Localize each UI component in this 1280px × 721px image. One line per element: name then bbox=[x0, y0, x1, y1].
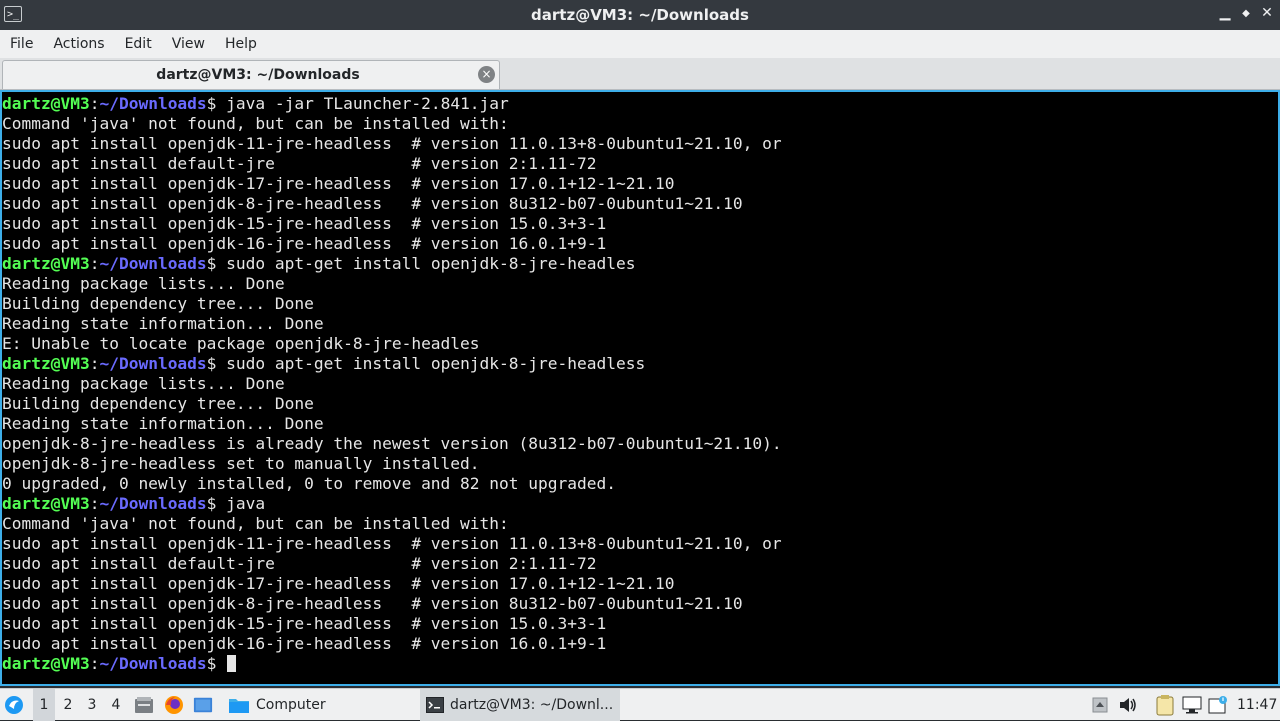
window-titlebar[interactable]: >_ dartz@VM3: ~/Downloads ▁ ◆ ✕ bbox=[0, 0, 1280, 30]
prompt-separator: : bbox=[89, 654, 100, 673]
prompt-path: ~/Downloads bbox=[99, 654, 207, 673]
prompt-line: dartz@VM3:~/Downloads$ sudo apt-get inst… bbox=[2, 254, 782, 274]
output-line: sudo apt install openjdk-16-jre-headless… bbox=[2, 234, 607, 253]
prompt-line: dartz@VM3:~/Downloads$ java -jar TLaunch… bbox=[2, 94, 782, 114]
prompt-line: dartz@VM3:~/Downloads$ sudo apt-get inst… bbox=[2, 354, 782, 374]
prompt-user: dartz@VM3 bbox=[2, 654, 90, 673]
tab-bar: dartz@VM3: ~/Downloads × bbox=[0, 58, 1280, 90]
output-line: Reading package lists... Done bbox=[2, 374, 285, 393]
prompt-dollar: $ bbox=[206, 254, 217, 273]
output-line: sudo apt install openjdk-15-jre-headless… bbox=[2, 214, 607, 233]
output-line: Reading state information... Done bbox=[2, 414, 324, 433]
output-line: Command 'java' not found, but can be ins… bbox=[2, 514, 509, 533]
prompt-line: dartz@VM3:~/Downloads$ java bbox=[2, 494, 782, 514]
terminal-tab[interactable]: dartz@VM3: ~/Downloads × bbox=[2, 60, 500, 89]
output-line: sudo apt install openjdk-15-jre-headless… bbox=[2, 614, 607, 633]
output-line: E: Unable to locate package openjdk-8-jr… bbox=[2, 334, 480, 353]
file-manager-icon[interactable] bbox=[134, 695, 154, 715]
firefox-icon[interactable] bbox=[164, 695, 184, 715]
prompt-user: dartz@VM3 bbox=[2, 354, 90, 373]
prompt-dollar: $ bbox=[206, 354, 217, 373]
prompt-separator: : bbox=[89, 354, 100, 373]
menu-actions[interactable]: Actions bbox=[43, 30, 114, 58]
prompt-user: dartz@VM3 bbox=[2, 494, 90, 513]
command-text: sudo apt-get install openjdk-8-jre-headl… bbox=[216, 354, 646, 373]
output-line: sudo apt install openjdk-16-jre-headless… bbox=[2, 634, 607, 653]
task-computer[interactable]: Computer bbox=[222, 689, 412, 721]
text-cursor bbox=[227, 655, 237, 672]
prompt-separator: : bbox=[89, 254, 100, 273]
output-line: sudo apt install openjdk-8-jre-headless … bbox=[2, 594, 743, 613]
prompt-path: ~/Downloads bbox=[99, 354, 207, 373]
output-line: sudo apt install openjdk-8-jre-headless … bbox=[2, 194, 743, 213]
task-terminal[interactable]: dartz@VM3: ~/Downl... bbox=[420, 689, 620, 721]
prompt-path: ~/Downloads bbox=[99, 494, 207, 513]
output-line: Reading state information... Done bbox=[2, 314, 324, 333]
output-line: sudo apt install openjdk-11-jre-headless… bbox=[2, 134, 782, 153]
menu-help[interactable]: Help bbox=[215, 30, 267, 58]
terminal-output: dartz@VM3:~/Downloads$ java -jar TLaunch… bbox=[2, 94, 782, 674]
workspace-2[interactable]: 2 bbox=[57, 689, 79, 721]
output-line: openjdk-8-jre-headless set to manually i… bbox=[2, 454, 480, 473]
clipboard-icon[interactable] bbox=[1155, 694, 1175, 716]
output-line: Command 'java' not found, but can be ins… bbox=[2, 114, 509, 133]
prompt-separator: : bbox=[89, 94, 100, 113]
command-text bbox=[216, 654, 226, 673]
volume-icon[interactable] bbox=[1118, 695, 1138, 715]
prompt-user: dartz@VM3 bbox=[2, 94, 90, 113]
tray-up-icon[interactable] bbox=[1090, 695, 1110, 715]
prompt-dollar: $ bbox=[206, 494, 217, 513]
close-button[interactable]: ✕ bbox=[1258, 5, 1276, 21]
tab-label: dartz@VM3: ~/Downloads bbox=[156, 67, 360, 83]
output-line: sudo apt install default-jre # version 2… bbox=[2, 154, 597, 173]
command-text: java -jar TLauncher-2.841.jar bbox=[216, 94, 509, 113]
prompt-path: ~/Downloads bbox=[99, 94, 207, 113]
workspace-3[interactable]: 3 bbox=[81, 689, 103, 721]
output-line: openjdk-8-jre-headless is already the ne… bbox=[2, 434, 782, 453]
prompt-dollar: $ bbox=[206, 94, 217, 113]
prompt-user: dartz@VM3 bbox=[2, 254, 90, 273]
workspace-1[interactable]: 1 bbox=[33, 689, 55, 721]
window-title: dartz@VM3: ~/Downloads bbox=[531, 6, 749, 24]
workspace-4[interactable]: 4 bbox=[105, 689, 127, 721]
task-label: dartz@VM3: ~/Downl... bbox=[450, 697, 614, 713]
output-line: sudo apt install openjdk-17-jre-headless… bbox=[2, 574, 675, 593]
menu-file[interactable]: File bbox=[0, 30, 43, 58]
network-icon[interactable] bbox=[1182, 695, 1202, 715]
folder-icon bbox=[229, 699, 249, 713]
output-line: Building dependency tree... Done bbox=[2, 294, 314, 313]
terminal-view[interactable]: dartz@VM3:~/Downloads$ java -jar TLaunch… bbox=[0, 90, 1280, 686]
clock[interactable]: 11:47 bbox=[1237, 689, 1277, 721]
output-line: 0 upgraded, 0 newly installed, 0 to remo… bbox=[2, 474, 616, 493]
menu-view[interactable]: View bbox=[162, 30, 215, 58]
minimize-button[interactable]: ▁ bbox=[1216, 5, 1234, 21]
start-menu-icon[interactable] bbox=[4, 695, 24, 715]
task-label: Computer bbox=[256, 697, 326, 713]
prompt-path: ~/Downloads bbox=[99, 254, 207, 273]
output-line: Reading package lists... Done bbox=[2, 274, 285, 293]
taskbar: 1 2 3 4 Computer dartz@VM3: ~/Downl... 1… bbox=[0, 688, 1280, 721]
terminal-icon bbox=[426, 697, 444, 713]
command-text: java bbox=[216, 494, 266, 513]
menu-edit[interactable]: Edit bbox=[115, 30, 162, 58]
output-line: sudo apt install default-jre # version 2… bbox=[2, 554, 597, 573]
output-line: sudo apt install openjdk-17-jre-headless… bbox=[2, 174, 675, 193]
prompt-line: dartz@VM3:~/Downloads$ bbox=[2, 654, 782, 674]
command-text: sudo apt-get install openjdk-8-jre-headl… bbox=[216, 254, 636, 273]
output-line: Building dependency tree... Done bbox=[2, 394, 314, 413]
terminal-launcher-icon[interactable] bbox=[193, 695, 213, 715]
output-line: sudo apt install openjdk-11-jre-headless… bbox=[2, 534, 782, 553]
maximize-button[interactable]: ◆ bbox=[1237, 8, 1255, 19]
update-icon[interactable] bbox=[1208, 695, 1228, 715]
tab-close-icon[interactable]: × bbox=[478, 66, 495, 83]
prompt-dollar: $ bbox=[206, 654, 217, 673]
prompt-separator: : bbox=[89, 494, 100, 513]
menu-bar: File Actions Edit View Help bbox=[0, 30, 1280, 58]
